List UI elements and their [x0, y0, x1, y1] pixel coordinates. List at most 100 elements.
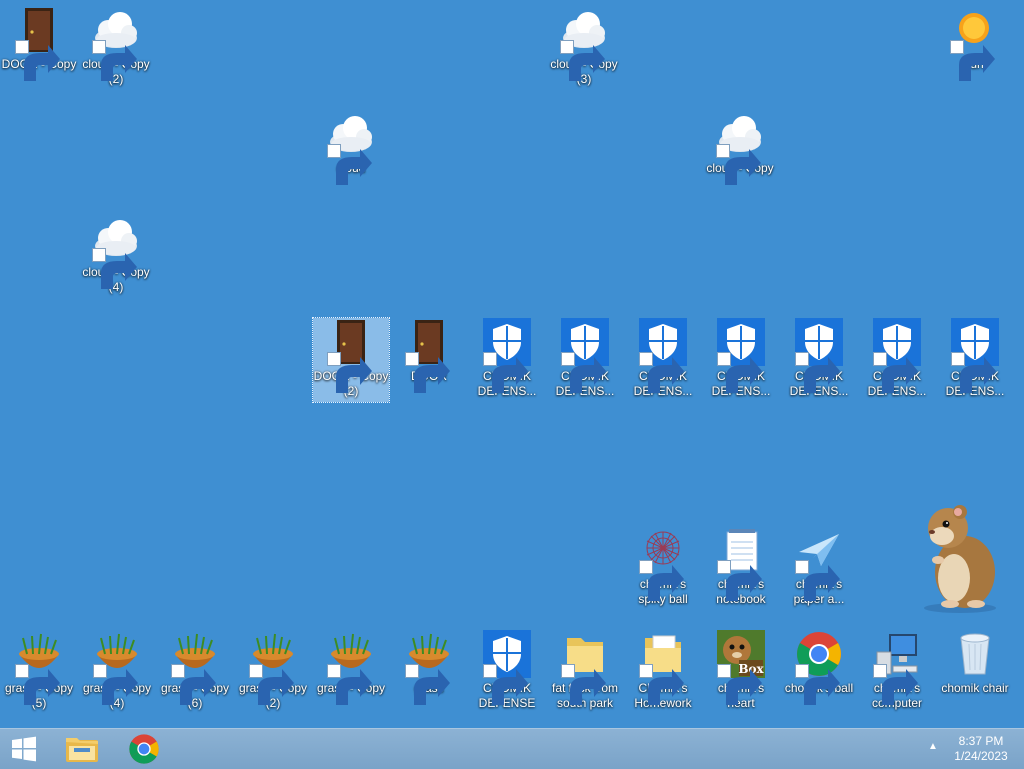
- grass-icon: [171, 630, 219, 705]
- shortcut-arrow-icon: [716, 144, 761, 185]
- desktop-icon-chomik-defense-5[interactable]: CHOMIK DEFENS...: [781, 318, 857, 399]
- shortcut-arrow-icon: [795, 352, 840, 393]
- desktop-icon-chomik-defense[interactable]: CHOMIK DEFENSE: [469, 630, 545, 711]
- desktop-icon-chomik-defense-6[interactable]: CHOMIK DEFENS...: [859, 318, 935, 399]
- shortcut-arrow-icon: [717, 352, 762, 393]
- document-folder-icon: [639, 630, 687, 705]
- desktop-icon-chomik-defense-4[interactable]: CHOMIK DEFENS...: [703, 318, 779, 399]
- spiky-ball-icon: [639, 526, 687, 601]
- shortcut-arrow-icon: [483, 664, 528, 705]
- desktop-icon-chomik-defense-3[interactable]: CHOMIK DEFENS...: [625, 318, 701, 399]
- desktop-icon-chomik-computer[interactable]: chomik's computer: [859, 630, 935, 711]
- clock-time: 8:37 PM: [958, 734, 1004, 748]
- shortcut-arrow-icon: [483, 352, 528, 393]
- icon-label: chomik chair: [941, 681, 1009, 695]
- shortcut-arrow-icon: [639, 352, 684, 393]
- shortcut-arrow-icon: [717, 560, 762, 601]
- cloud-icon: [92, 6, 140, 81]
- taskbar-clock[interactable]: 8:37 PM 1/24/2023: [946, 734, 1016, 764]
- desktop-icon-cloud-copy[interactable]: cloud - Copy: [702, 110, 778, 185]
- cloud-icon: [560, 6, 608, 81]
- desktop-icon-cloud-copy-2[interactable]: cloud - Copy (2): [78, 6, 154, 87]
- desktop-icon-door-copy[interactable]: DOOR - Copy: [1, 6, 77, 81]
- shortcut-arrow-icon: [639, 664, 684, 705]
- shortcut-arrow-icon: [15, 40, 60, 81]
- shortcut-arrow-icon: [950, 40, 995, 81]
- desktop-icon-door-copy-2[interactable]: DOOR - Copy (2): [312, 317, 390, 403]
- clock-date: 1/24/2023: [954, 749, 1008, 763]
- desktop-icon-paper-airplane[interactable]: chomik's paper a...: [781, 526, 857, 607]
- desktop-icon-cloud-copy-3[interactable]: cloud - Copy (3): [546, 6, 622, 87]
- chrome-taskbar-button[interactable]: [118, 729, 170, 769]
- desktop-icon-chomik-defense-1[interactable]: CHOMIK DEFENS...: [469, 318, 545, 399]
- shortcut-arrow-icon: [93, 664, 138, 705]
- door-icon: [405, 318, 453, 393]
- grass-icon: [93, 630, 141, 705]
- desktop-icon-notebook[interactable]: chomik's notebook: [703, 526, 779, 607]
- shield-icon: [483, 318, 531, 393]
- shield-icon: [483, 630, 531, 705]
- desktop-icon-chomik-heart[interactable]: Box chomik's heart: [703, 630, 779, 711]
- desktop-icon-grass-copy-6[interactable]: grass - Copy (6): [157, 630, 233, 711]
- hamster-mascot[interactable]: [910, 500, 1000, 615]
- grass-icon: [249, 630, 297, 705]
- shortcut-arrow-icon: [327, 664, 372, 705]
- desktop-icon-door[interactable]: DOOR: [391, 318, 467, 393]
- chrome-icon: [795, 630, 843, 705]
- desktop-icon-grass-copy[interactable]: grass - Copy: [313, 630, 389, 705]
- shortcut-arrow-icon: [561, 352, 606, 393]
- chrome-icon: [129, 734, 159, 764]
- desktop-icon-cloud-copy-4[interactable]: cloud - Copy (4): [78, 214, 154, 295]
- folder-icon: [561, 630, 609, 705]
- shield-icon: [873, 318, 921, 393]
- sun-icon: [950, 6, 998, 81]
- shortcut-arrow-icon: [873, 664, 918, 705]
- grass-icon: [327, 630, 375, 705]
- shield-icon: [717, 318, 765, 393]
- desktop[interactable]: DOOR - Copy cloud - Copy (2) cloud - Cop…: [0, 0, 1024, 728]
- desktop-icon-sun[interactable]: sun: [936, 6, 1012, 81]
- cloud-icon: [716, 110, 764, 185]
- start-button[interactable]: [0, 729, 48, 769]
- shield-icon: [639, 318, 687, 393]
- desktop-icon-grass-copy-4[interactable]: grass - Copy (4): [79, 630, 155, 711]
- shortcut-arrow-icon: [717, 664, 762, 705]
- shield-icon: [951, 318, 999, 393]
- shortcut-arrow-icon: [171, 664, 216, 705]
- shortcut-arrow-icon: [795, 560, 840, 601]
- desktop-icon-chomik-chair[interactable]: chomik chair: [937, 630, 1013, 696]
- paper-airplane-icon: [795, 526, 843, 601]
- desktop-icon-grass-copy-5[interactable]: grass - Copy (5): [1, 630, 77, 711]
- shortcut-arrow-icon: [639, 560, 684, 601]
- desktop-icon-homework-folder[interactable]: Chomik's Homework: [625, 630, 701, 711]
- shortcut-arrow-icon: [92, 248, 137, 289]
- desktop-icon-cloud[interactable]: cloud: [313, 110, 389, 185]
- show-hidden-icons-button[interactable]: ▲: [928, 741, 938, 752]
- shortcut-arrow-icon: [15, 664, 60, 705]
- computer-icon: [873, 630, 921, 705]
- desktop-icon-chomik-ball[interactable]: chomik's ball: [781, 630, 857, 705]
- file-explorer-icon: [66, 738, 98, 762]
- desktop-icon-grass-copy-2[interactable]: grass - Copy (2): [235, 630, 311, 711]
- shortcut-arrow-icon: [327, 352, 372, 393]
- shortcut-arrow-icon: [951, 352, 996, 393]
- desktop-icon-chomik-defense-2[interactable]: CHOMIK DEFENS...: [547, 318, 623, 399]
- grass-icon: [405, 630, 453, 705]
- desktop-icon-folder-south-park[interactable]: fat fuck from south park: [547, 630, 623, 711]
- file-explorer-taskbar-button[interactable]: [56, 729, 108, 769]
- cloud-icon: [327, 110, 375, 185]
- shortcut-arrow-icon: [405, 352, 450, 393]
- recycle-bin-icon: [951, 630, 999, 678]
- shortcut-arrow-icon: [560, 40, 605, 81]
- taskbar: ▲ 8:37 PM 1/24/2023: [0, 728, 1024, 769]
- door-icon: [15, 6, 63, 81]
- cloud-icon: [92, 214, 140, 289]
- desktop-icon-chomik-defense-7[interactable]: CHOMIK DEFENS...: [937, 318, 1013, 399]
- shortcut-arrow-icon: [873, 352, 918, 393]
- windows-logo-icon: [12, 736, 36, 762]
- shortcut-arrow-icon: [405, 664, 450, 705]
- desktop-icon-grass[interactable]: grass: [391, 630, 467, 705]
- grass-icon: [15, 630, 63, 705]
- desktop-icon-spiky-ball[interactable]: chomik's spiky ball: [625, 526, 701, 607]
- notebook-icon: [717, 526, 765, 601]
